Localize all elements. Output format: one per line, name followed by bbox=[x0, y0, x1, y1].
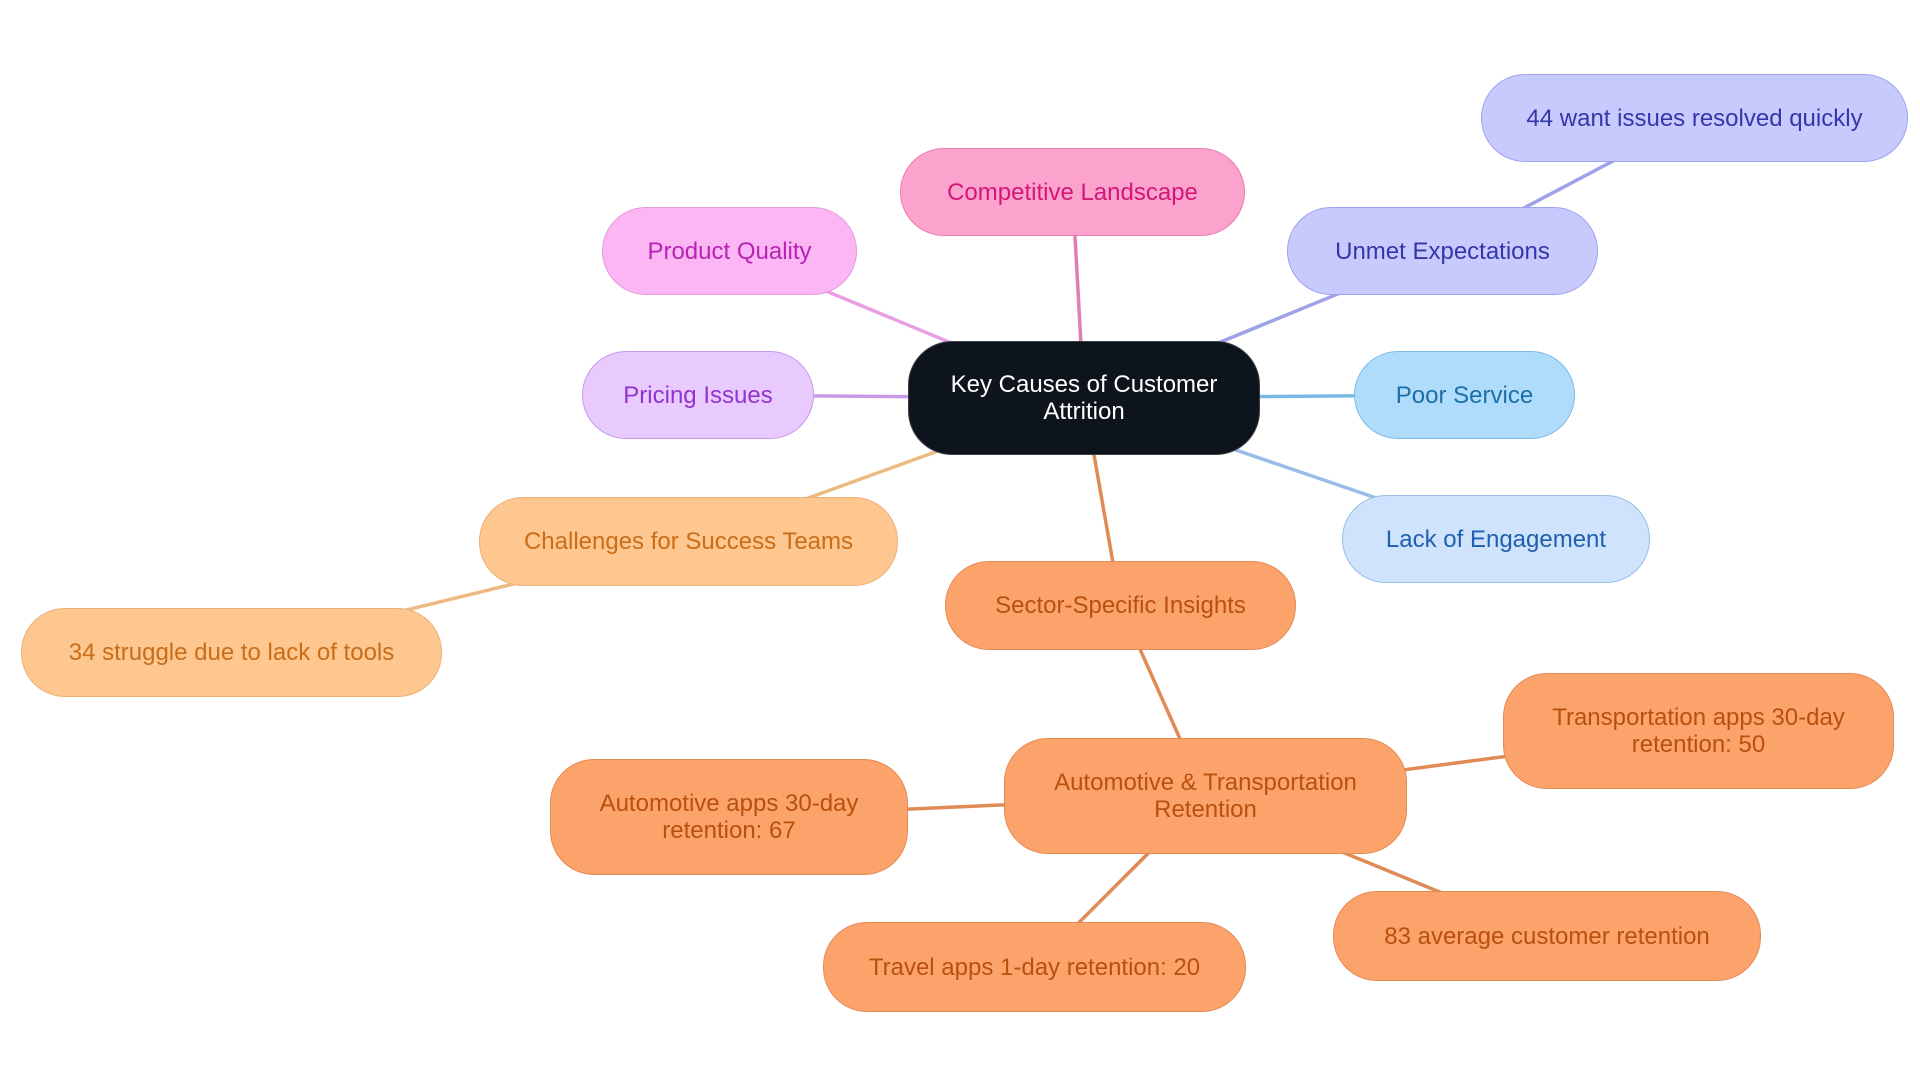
node-pricing-issues[interactable]: Pricing Issues bbox=[582, 351, 814, 439]
node-lack-of-tools[interactable]: 34 struggle due to lack of tools bbox=[21, 608, 442, 697]
node-travel-apps-retention[interactable]: Travel apps 1-day retention: 20 bbox=[823, 922, 1246, 1012]
node-label: 34 struggle due to lack of tools bbox=[68, 639, 395, 666]
mindmap-canvas: Key Causes of Customer Attrition Competi… bbox=[0, 0, 1920, 1083]
node-product-quality[interactable]: Product Quality bbox=[602, 207, 857, 295]
node-label: Product Quality bbox=[647, 237, 812, 265]
root-node[interactable]: Key Causes of Customer Attrition bbox=[908, 341, 1260, 455]
node-label: Competitive Landscape bbox=[947, 178, 1198, 206]
node-label: Travel apps 1-day retention: 20 bbox=[868, 953, 1201, 981]
node-unmet-expectations[interactable]: Unmet Expectations bbox=[1287, 207, 1598, 295]
node-average-customer-retention[interactable]: 83 average customer retention bbox=[1333, 891, 1761, 981]
node-label: 83 average customer retention bbox=[1384, 922, 1710, 950]
node-competitive-landscape[interactable]: Competitive Landscape bbox=[900, 148, 1245, 236]
node-label: Sector-Specific Insights bbox=[995, 592, 1246, 619]
node-issues-resolved-quickly[interactable]: 44 want issues resolved quickly bbox=[1481, 74, 1908, 162]
node-sector-specific-insights[interactable]: Sector-Specific Insights bbox=[945, 561, 1296, 650]
node-automotive-apps-retention[interactable]: Automotive apps 30-day retention: 67 bbox=[550, 759, 908, 875]
node-label: Poor Service bbox=[1395, 381, 1534, 409]
node-label: Automotive & Transportation Retention bbox=[1054, 769, 1357, 823]
node-label: Pricing Issues bbox=[623, 381, 773, 409]
node-transportation-apps-retention[interactable]: Transportation apps 30-day retention: 50 bbox=[1503, 673, 1894, 789]
node-label: Unmet Expectations bbox=[1335, 237, 1550, 265]
node-label: Challenges for Success Teams bbox=[523, 528, 854, 555]
node-poor-service[interactable]: Poor Service bbox=[1354, 351, 1575, 439]
node-challenges-success-teams[interactable]: Challenges for Success Teams bbox=[479, 497, 898, 586]
root-node-label: Key Causes of Customer Attrition bbox=[950, 371, 1218, 425]
node-label: 44 want issues resolved quickly bbox=[1526, 104, 1863, 132]
node-label: Transportation apps 30-day retention: 50 bbox=[1552, 704, 1845, 758]
node-label: Lack of Engagement bbox=[1385, 525, 1607, 553]
node-label: Automotive apps 30-day retention: 67 bbox=[599, 790, 859, 844]
node-lack-of-engagement[interactable]: Lack of Engagement bbox=[1342, 495, 1650, 583]
node-automotive-transportation-retention[interactable]: Automotive & Transportation Retention bbox=[1004, 738, 1407, 854]
